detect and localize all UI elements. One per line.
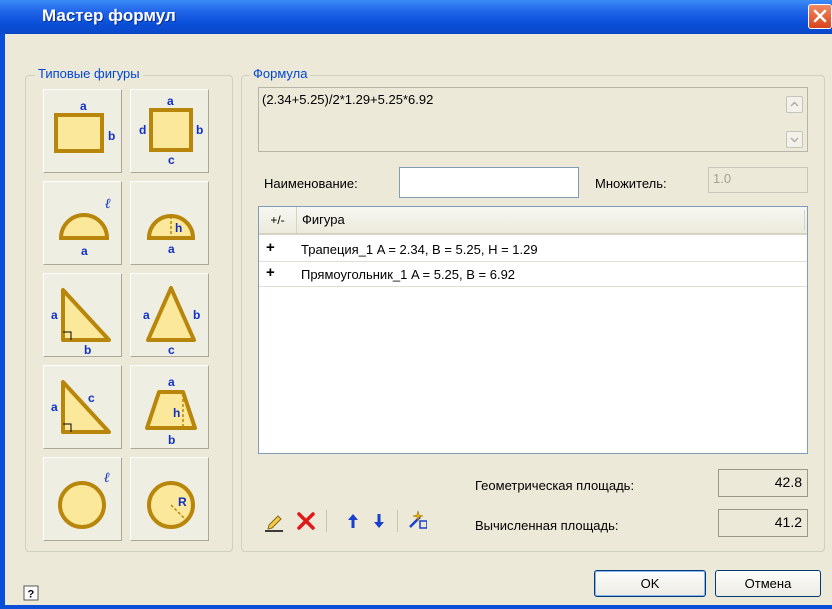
svg-text:h: h <box>173 406 180 420</box>
svg-text:a: a <box>51 400 58 414</box>
help-icon[interactable]: ? <box>23 585 40 602</box>
cancel-button[interactable]: Отмена <box>715 570 821 597</box>
formula-textarea[interactable]: (2.34+5.25)/2*1.29+5.25*6.92 <box>258 87 808 152</box>
name-input[interactable] <box>399 167 579 198</box>
scroll-down-icon <box>790 137 799 143</box>
title-bar[interactable]: Мастер формул <box>0 0 832 34</box>
formula-text: (2.34+5.25)/2*1.29+5.25*6.92 <box>262 92 434 107</box>
svg-text:c: c <box>88 391 95 405</box>
svg-text:a: a <box>143 308 150 322</box>
shape-right-triangle-legs[interactable]: a b <box>43 273 122 357</box>
window-title: Мастер формул <box>42 6 176 25</box>
formula-scroll-down-button[interactable] <box>786 131 803 148</box>
svg-text:b: b <box>168 433 175 447</box>
ok-button[interactable]: OK <box>594 570 706 597</box>
toolbar-separator <box>397 510 398 532</box>
column-divider <box>804 210 805 230</box>
table-row[interactable]: + Трапеция_1 A = 2.34, B = 5.25, H = 1.2… <box>259 237 807 262</box>
shape-rectangle-3-sides[interactable]: a b <box>43 89 122 173</box>
calculated-area-value: 41.2 <box>718 509 808 537</box>
svg-text:a: a <box>81 244 88 258</box>
shape-semicircle-arc[interactable]: ℓ a <box>43 181 122 265</box>
table-row[interactable]: + Прямоугольник_1 A = 5.25, B = 6.92 <box>259 262 807 287</box>
svg-text:b: b <box>193 308 200 322</box>
svg-text:?: ? <box>28 589 35 601</box>
column-header-sign[interactable]: +/- <box>259 207 297 233</box>
svg-text:b: b <box>108 129 115 143</box>
table-header: +/- Фигура <box>259 207 807 235</box>
svg-text:a: a <box>167 94 174 108</box>
geometric-area-value: 42.8 <box>718 469 808 497</box>
shapes-legend: Типовые фигуры <box>35 66 143 81</box>
svg-text:b: b <box>84 343 91 357</box>
svg-text:b: b <box>196 123 203 137</box>
pencil-edit-icon[interactable] <box>263 510 285 532</box>
svg-text:a: a <box>168 375 175 389</box>
delete-x-icon[interactable] <box>295 510 317 532</box>
svg-text:c: c <box>168 153 175 167</box>
arrow-up-icon[interactable] <box>342 510 364 532</box>
name-label: Наименование: <box>264 176 358 191</box>
close-button[interactable] <box>808 4 832 29</box>
arrow-down-icon[interactable] <box>368 510 390 532</box>
scroll-up-icon <box>790 101 799 107</box>
shape-circle-circumference[interactable]: ℓ <box>43 457 122 541</box>
formula-scroll-up-button[interactable] <box>786 96 803 113</box>
shape-semicircle-height[interactable]: h a <box>130 181 209 265</box>
svg-text:c: c <box>168 343 175 357</box>
svg-text:a: a <box>80 99 87 113</box>
svg-text:ℓ: ℓ <box>104 471 110 486</box>
shape-trapezoid[interactable]: a h b <box>130 365 209 449</box>
svg-text:ℓ: ℓ <box>105 197 111 212</box>
formula-wizard-window: Мастер формул Типовые фигуры a b a b c d… <box>0 0 832 609</box>
svg-text:a: a <box>168 242 175 256</box>
shape-triangle-3-sides[interactable]: a b c <box>130 273 209 357</box>
shape-quadrilateral-4-sides[interactable]: a b c d <box>130 89 209 173</box>
svg-text:a: a <box>51 308 58 322</box>
svg-text:d: d <box>139 123 146 137</box>
toolbar-separator <box>326 510 327 532</box>
shape-right-triangle-hypotenuse[interactable]: a c <box>43 365 122 449</box>
row-sign[interactable]: + <box>266 239 275 256</box>
calculated-area-label: Вычисленная площадь: <box>475 518 619 533</box>
svg-text:h: h <box>175 221 182 235</box>
geometric-area-label: Геометрическая площадь: <box>475 478 635 493</box>
column-header-figure[interactable]: Фигура <box>302 207 345 233</box>
row-figure: Прямоугольник_1 A = 5.25, B = 6.92 <box>301 267 516 282</box>
figures-table[interactable]: +/- Фигура + Трапеция_1 A = 2.34, B = 5.… <box>258 206 808 454</box>
dialog-body: Типовые фигуры a b a b c d ℓ a h a a b a… <box>5 34 832 605</box>
row-figure: Трапеция_1 A = 2.34, B = 5.25, H = 1.29 <box>301 242 538 257</box>
formula-legend: Формула <box>250 66 311 81</box>
multiplier-input[interactable]: 1.0 <box>708 167 808 193</box>
row-sign[interactable]: + <box>266 264 275 281</box>
multiplier-label: Множитель: <box>595 176 667 191</box>
shape-circle-radius[interactable]: R <box>130 457 209 541</box>
svg-text:R: R <box>178 495 187 509</box>
wizard-icon[interactable] <box>405 508 427 530</box>
close-icon <box>813 9 827 23</box>
